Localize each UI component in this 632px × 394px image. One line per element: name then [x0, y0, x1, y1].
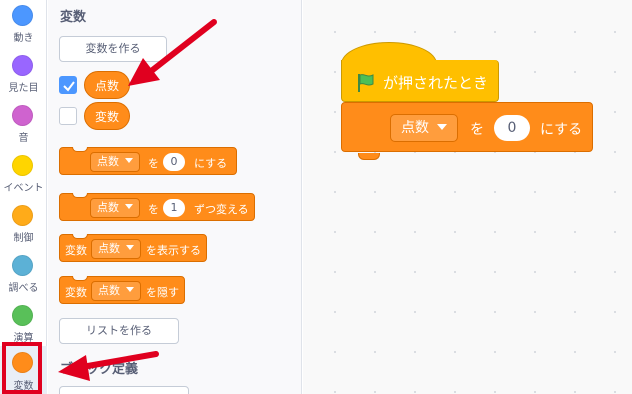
sound-dot-icon [12, 105, 33, 126]
events-dot-icon [12, 155, 33, 176]
palette-section-title-2: ブロック定義 [60, 362, 139, 377]
category-motion[interactable]: 動き [0, 2, 47, 52]
category-sensing[interactable]: 調べる [0, 252, 47, 302]
category-rail: 動き 見た目 音 イベント 制御 調べる 演算 変数 [0, 0, 47, 394]
category-sound[interactable]: 音 [0, 102, 47, 152]
green-flag-icon [358, 74, 374, 92]
category-events[interactable]: イベント [0, 152, 47, 202]
make-variable-button[interactable]: 変数を作る [59, 36, 167, 62]
category-label: 見た目 [8, 83, 39, 94]
script-area[interactable]: が押されたとき 点数 を 0 にする [303, 0, 632, 394]
script-variable-dropdown[interactable]: 点数 [390, 114, 458, 142]
show-variable-block[interactable]: 変数 点数 を表示する [59, 234, 207, 262]
chevron-down-icon [125, 158, 133, 163]
chevron-down-icon [437, 124, 447, 130]
make-list-button[interactable]: リストを作る [59, 318, 179, 344]
variable-reporter-variable[interactable]: 変数 [84, 102, 131, 130]
variable-dropdown[interactable]: 点数 [91, 239, 141, 259]
category-label: 音 [18, 133, 29, 144]
value-input[interactable]: 0 [163, 153, 185, 171]
variable-dropdown[interactable]: 点数 [90, 198, 140, 218]
variable-checkbox-variable[interactable] [59, 107, 77, 125]
category-looks[interactable]: 見た目 [0, 52, 47, 102]
make-block-button[interactable] [59, 386, 189, 394]
operators-dot-icon [12, 305, 33, 326]
chevron-down-icon [126, 287, 134, 292]
change-variable-block[interactable]: 点数 を 1 ずつ変える [59, 193, 255, 221]
category-label: イベント [3, 183, 44, 194]
category-label: 制御 [13, 233, 34, 244]
control-dot-icon [12, 205, 33, 226]
hide-variable-block[interactable]: 変数 点数 を隠す [59, 276, 185, 304]
script-set-variable-block[interactable]: 点数 を 0 にする [341, 102, 593, 160]
block-palette: 変数 変数を作る 点数 変数 点数 を 0 にする 点数 を 1 ずつ変える 変… [48, 0, 302, 394]
variable-dropdown[interactable]: 点数 [91, 281, 141, 301]
variables-highlight-box [2, 342, 42, 394]
when-flag-clicked-block[interactable]: が押されたとき [341, 42, 499, 102]
motion-dot-icon [12, 5, 33, 26]
set-variable-block[interactable]: 点数 を 0 にする [59, 147, 237, 175]
chevron-down-icon [126, 245, 134, 250]
check-icon [63, 81, 75, 92]
category-label: 調べる [8, 283, 39, 294]
category-label: 動き [13, 33, 34, 44]
variable-checkbox-score[interactable] [59, 76, 77, 94]
variable-reporter-score[interactable]: 点数 [84, 71, 131, 99]
chevron-down-icon [125, 204, 133, 209]
variable-dropdown[interactable]: 点数 [90, 152, 140, 172]
script-value-input[interactable]: 0 [494, 115, 530, 141]
category-control[interactable]: 制御 [0, 202, 47, 252]
hat-block-label: が押されたとき [383, 74, 489, 92]
palette-section-title: 変数 [60, 10, 87, 25]
looks-dot-icon [12, 55, 33, 76]
sensing-dot-icon [12, 255, 33, 276]
value-input[interactable]: 1 [163, 199, 185, 217]
